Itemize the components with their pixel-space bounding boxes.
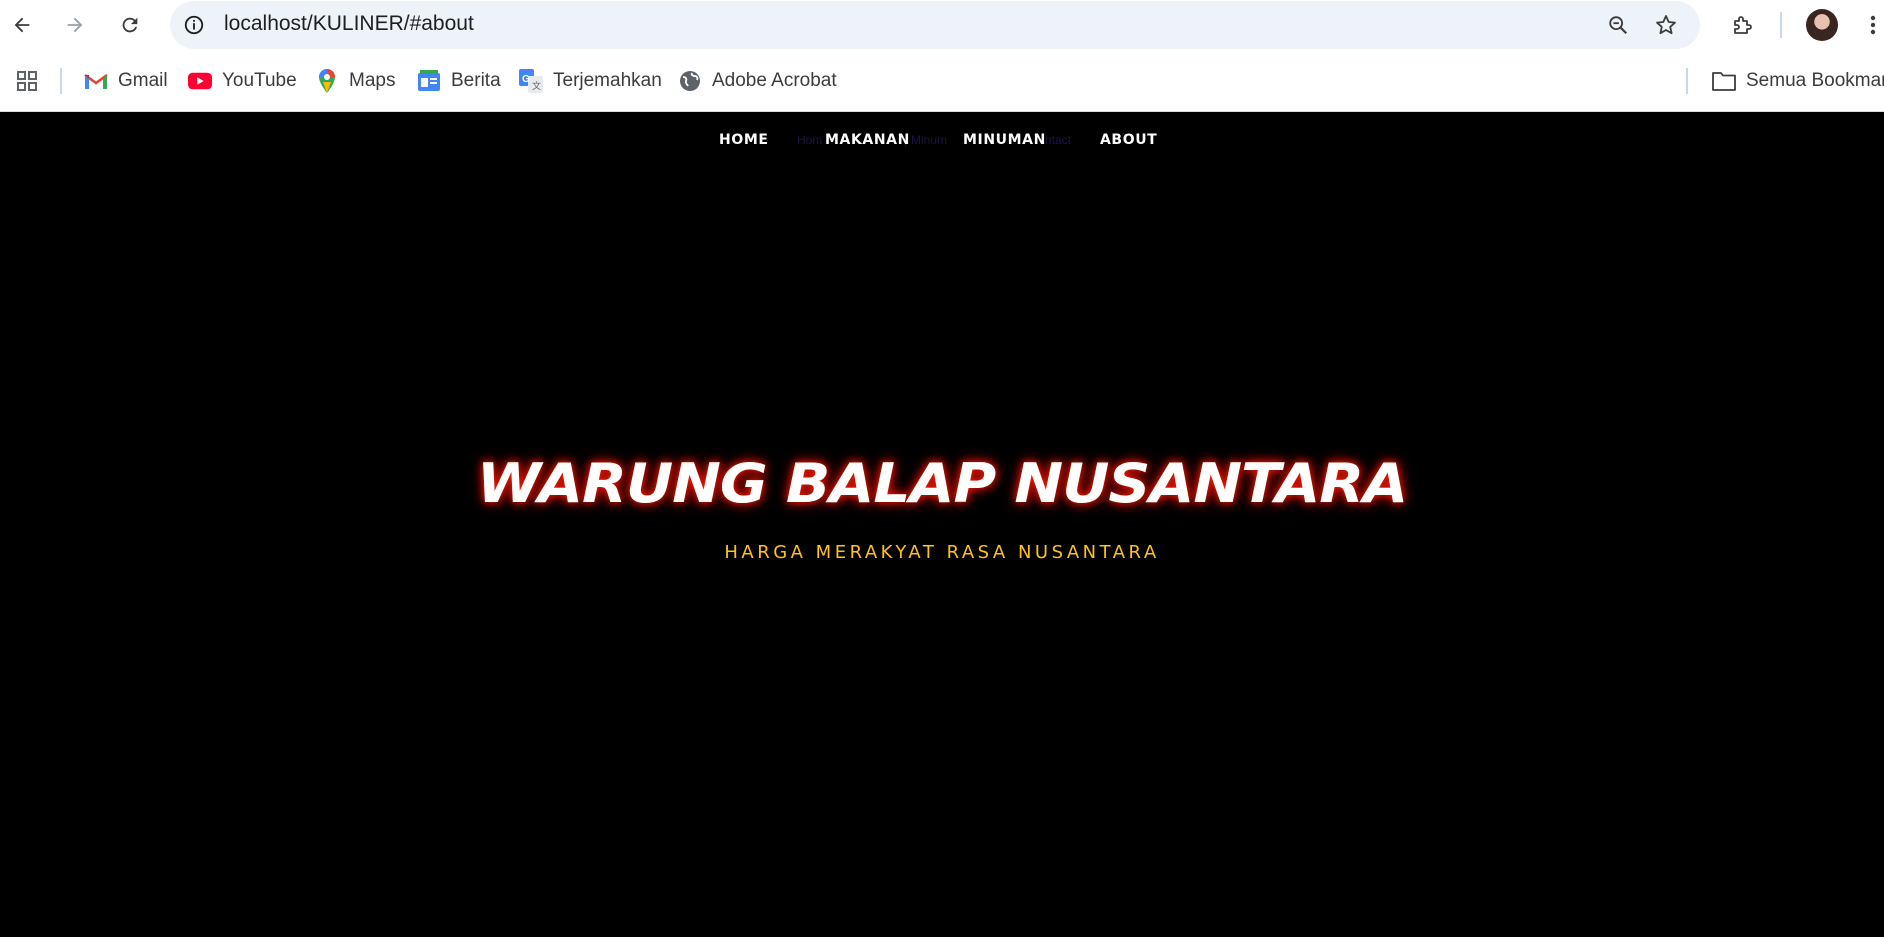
back-icon[interactable]: [5, 8, 39, 42]
bookmarks-bar: Gmail YouTube Maps Berita G文 Terjemahkan…: [0, 50, 1884, 112]
bookmark-maps[interactable]: Maps: [315, 69, 395, 93]
hero-subtitle: HARGA MERAKYAT RASA NUSANTARA: [724, 542, 1160, 563]
gmail-icon: [84, 69, 108, 93]
svg-text:G: G: [522, 74, 530, 85]
profile-avatar[interactable]: [1806, 9, 1838, 41]
bookmark-berita[interactable]: Berita: [417, 69, 501, 93]
bookmark-label: Terjemahkan: [553, 70, 662, 91]
bookmark-label: Semua Bookmark: [1746, 70, 1884, 91]
bookmark-label: Maps: [349, 70, 396, 91]
apps-icon[interactable]: [15, 69, 39, 93]
bookmark-label: YouTube: [222, 70, 297, 91]
zoom-icon[interactable]: [1601, 8, 1635, 42]
site-info-icon[interactable]: [177, 8, 211, 42]
bookmark-divider: [1686, 68, 1688, 94]
browser-toolbar: localhost/KULINER/#about: [0, 0, 1884, 50]
nav-home[interactable]: HOME: [719, 132, 769, 148]
extensions-icon[interactable]: [1725, 8, 1759, 42]
toolbar-divider: [1780, 12, 1782, 38]
bookmark-adobe-acrobat[interactable]: Adobe Acrobat: [678, 69, 837, 93]
hero-title: WARUNG BALAP NUSANTARA: [476, 452, 1408, 515]
nav-makanan[interactable]: MAKANAN: [825, 132, 910, 148]
nav-minuman[interactable]: MINUMAN: [963, 132, 1046, 148]
folder-icon: [1712, 69, 1736, 93]
svg-text:文: 文: [532, 80, 541, 91]
bookmark-terjemahkan[interactable]: G文 Terjemahkan: [519, 69, 662, 93]
globe-icon: [678, 69, 702, 93]
all-bookmarks-button[interactable]: Semua Bookmark: [1712, 69, 1884, 93]
menu-icon[interactable]: [1862, 8, 1884, 42]
youtube-icon: [188, 69, 212, 93]
ghost-nav-text: ntact: [1045, 133, 1072, 147]
ghost-nav-text: Minum: [911, 133, 948, 147]
star-icon[interactable]: [1649, 8, 1683, 42]
bookmark-label: Adobe Acrobat: [712, 70, 837, 91]
url-text[interactable]: localhost/KULINER/#about: [224, 12, 474, 36]
bookmark-label: Berita: [451, 70, 501, 91]
bookmark-divider: [60, 68, 62, 94]
maps-icon: [315, 69, 339, 93]
translate-icon: G文: [519, 69, 543, 93]
news-icon: [417, 69, 441, 93]
nav-about[interactable]: ABOUT: [1100, 132, 1157, 148]
bookmark-youtube[interactable]: YouTube: [188, 69, 297, 93]
web-page: Hom | Minum ntact HOME MAKANAN MINUMAN A…: [0, 112, 1884, 937]
bookmark-label: Gmail: [118, 70, 168, 91]
forward-icon[interactable]: [58, 8, 92, 42]
bookmark-gmail[interactable]: Gmail: [84, 69, 168, 93]
ghost-nav-text: Hom: [797, 133, 823, 147]
reload-icon[interactable]: [113, 8, 147, 42]
